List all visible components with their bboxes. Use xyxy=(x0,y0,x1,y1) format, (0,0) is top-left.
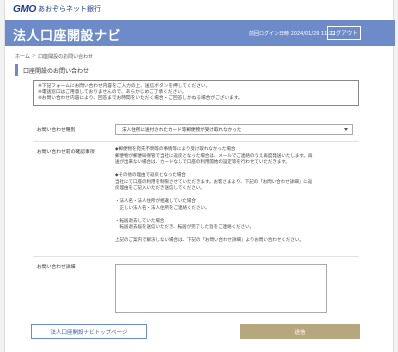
section-title: 口座開設のお問い合わせ xyxy=(15,64,89,76)
breadcrumb: ホーム > 口座開設のお問い合わせ xyxy=(15,53,93,60)
notice-line: ※お問い合わせ内容により、回答までお時間をいただく場合・ご回答しかねる場合がござ… xyxy=(38,96,243,102)
header-banner: 法人口座開設ナビ 前回ログイン日時 2024/01/29 11:22 ログアウト xyxy=(5,20,395,46)
inquiry-type-value: 法人住所に送付されたカード等郵便物が受け取れなかった xyxy=(122,128,242,133)
type-field: 法人住所に送付されたカード等郵便物が受け取れなかった xyxy=(115,120,359,141)
info-row: お問い合わせ前の確認事項 ◆郵便物を宛先不明等の事情等により受け取れなかった場合… xyxy=(33,142,359,257)
detail-textarea[interactable] xyxy=(115,264,327,313)
chevron-down-icon xyxy=(344,128,348,131)
page-frame: GMO あおぞらネット銀行 法人口座開設ナビ 前回ログイン日時 2024/01/… xyxy=(4,0,395,352)
notice-box: ※下記フォームにお問い合わせ内容をご入力の上、送信ボタンを押してください。 ※電… xyxy=(33,80,359,106)
gmo-logo: GMO xyxy=(13,3,36,15)
type-row: お問い合わせ種別 法人住所に送付されたカード等郵便物が受け取れなかった xyxy=(33,120,359,142)
last-login-text: 前回ログイン日時 2024/01/29 11:22 xyxy=(249,31,336,37)
breadcrumb-current: 口座開設のお問い合わせ xyxy=(38,54,94,60)
brand-logo: GMO あおぞらネット銀行 xyxy=(13,3,101,15)
info-label: お問い合わせ前の確認事項 xyxy=(37,150,95,155)
detail-label: お問い合わせ詳細 xyxy=(37,265,76,270)
info-text: ◆郵便物を宛先不明等の事情等により受け取れなかった場合 郵便物が郵便局保管で当社… xyxy=(115,142,359,256)
breadcrumb-separator: > xyxy=(31,53,37,59)
send-button[interactable]: 送信 xyxy=(240,324,360,339)
inquiry-type-select[interactable]: 法人住所に送付されたカード等郵便物が受け取れなかった xyxy=(115,124,353,135)
type-label: お問い合わせ種別 xyxy=(37,128,76,133)
page-title: 法人口座開設ナビ xyxy=(13,29,122,44)
inquiry-form: お問い合わせ種別 法人住所に送付されたカード等郵便物が受け取れなかった お問い合… xyxy=(33,120,359,317)
top-page-button[interactable]: 法人口座開設ナビトップページ xyxy=(31,324,147,339)
info-line: 上記のご案内で解決しない場合は、下記の「お問い合わせ詳細」よりお問い合わせくださ… xyxy=(115,238,304,243)
detail-row: お問い合わせ詳細 xyxy=(33,257,359,317)
logout-button[interactable]: ログアウト xyxy=(327,26,361,40)
bank-name: あおぞらネット銀行 xyxy=(38,5,101,13)
detail-field xyxy=(115,257,359,317)
breadcrumb-home[interactable]: ホーム xyxy=(15,53,30,60)
